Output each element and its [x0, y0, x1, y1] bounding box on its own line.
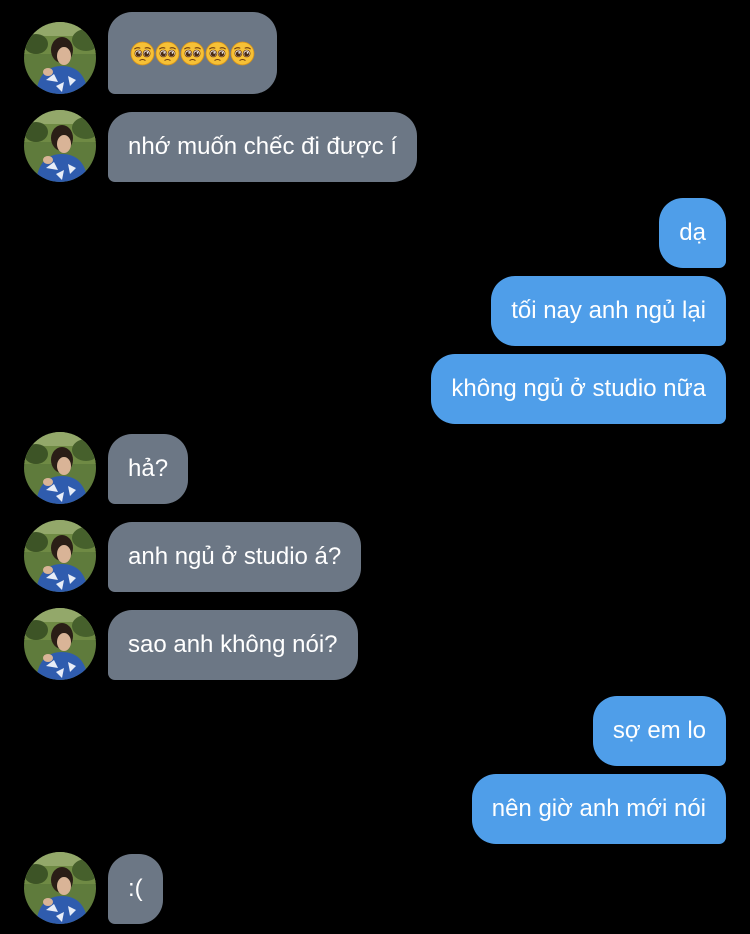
contact-avatar[interactable]: [24, 520, 96, 592]
message-text: nhớ muốn chếc đi được í: [128, 133, 398, 160]
message-text: hả?: [128, 455, 169, 482]
profile-photo-icon: [24, 432, 96, 504]
profile-photo-icon: [24, 520, 96, 592]
outgoing-message-3[interactable]: dạ: [659, 198, 726, 268]
message-text: :(: [128, 875, 143, 902]
contact-avatar[interactable]: [24, 608, 96, 680]
incoming-message-1[interactable]: [108, 12, 277, 94]
pleading-face-icon: [230, 41, 255, 66]
profile-photo-icon: [24, 110, 96, 182]
outgoing-message-4[interactable]: tối nay anh ngủ lại: [491, 276, 726, 346]
profile-photo-icon: [24, 22, 96, 94]
outgoing-message-10[interactable]: nên giờ anh mới nói: [471, 774, 726, 844]
outgoing-message-5[interactable]: không ngủ ở studio nữa: [431, 354, 726, 424]
message-text: tối nay anh ngủ lại: [511, 297, 706, 324]
incoming-message-2[interactable]: nhớ muốn chếc đi được í: [108, 112, 418, 182]
contact-avatar[interactable]: [24, 432, 96, 504]
message-text: anh ngủ ở studio á?: [128, 543, 342, 570]
pleading-face-icon: [130, 41, 155, 66]
incoming-message-8[interactable]: sao anh không nói?: [108, 610, 358, 680]
profile-photo-icon: [24, 852, 96, 924]
pleading-face-emoji-group: [130, 41, 255, 66]
contact-avatar[interactable]: [24, 110, 96, 182]
pleading-face-icon: [205, 41, 230, 66]
message-text: dạ: [679, 219, 706, 246]
incoming-message-7[interactable]: anh ngủ ở studio á?: [108, 522, 362, 592]
outgoing-message-9[interactable]: sợ em lo: [592, 696, 726, 766]
contact-avatar[interactable]: [24, 852, 96, 924]
message-text: sao anh không nói?: [128, 631, 338, 658]
message-text: không ngủ ở studio nữa: [451, 375, 706, 402]
message-text: sợ em lo: [612, 717, 706, 744]
message-text: nên giờ anh mới nói: [491, 795, 706, 822]
profile-photo-icon: [24, 608, 96, 680]
incoming-message-11[interactable]: :(: [108, 854, 163, 924]
incoming-message-6[interactable]: hả?: [108, 434, 189, 504]
pleading-face-icon: [180, 41, 205, 66]
contact-avatar[interactable]: [24, 22, 96, 94]
pleading-face-icon: [155, 41, 180, 66]
